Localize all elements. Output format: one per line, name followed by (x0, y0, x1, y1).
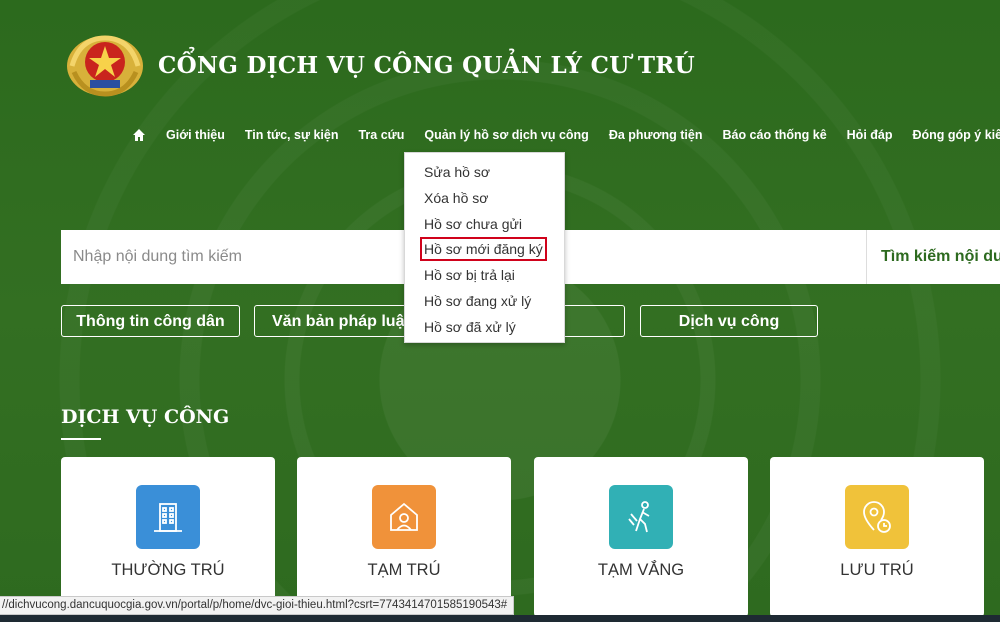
home-icon[interactable] (128, 124, 150, 146)
section-underline (61, 438, 101, 440)
nav-item-quan-ly-ho-so[interactable]: Quản lý hồ sơ dịch vụ công (424, 128, 588, 142)
nav-item-da-phuong-tien[interactable]: Đa phương tiện (609, 128, 703, 142)
nav-item-dong-gop-y-kien[interactable]: Đóng góp ý kiến (913, 128, 1000, 142)
manage-records-dropdown: Sửa hồ sơ Xóa hồ sơ Hồ sơ chưa gửi Hồ sơ… (404, 152, 565, 343)
nav-item-gioi-thieu[interactable]: Giới thiệu (166, 128, 225, 142)
dropdown-item-ho-so-dang-xu-ly[interactable]: Hồ sơ đang xử lý (405, 289, 564, 315)
service-label: TẠM TRÚ (367, 561, 441, 579)
search-button[interactable]: Tìm kiếm nội du (866, 230, 1000, 284)
section-title: DỊCH VỤ CÔNG (61, 406, 230, 428)
dropdown-item-ho-so-da-xu-ly[interactable]: Hồ sơ đã xử lý (405, 315, 564, 341)
taskbar-strip (0, 615, 1000, 622)
service-card-thuong-tru[interactable]: THƯỜNG TRÚ (61, 457, 275, 617)
dropdown-item-ho-so-chua-gui[interactable]: Hồ sơ chưa gửi (405, 212, 564, 238)
site-title: CỔNG DỊCH VỤ CÔNG QUẢN LÝ CƯ TRÚ (158, 51, 696, 79)
dropdown-item-xoa-ho-so[interactable]: Xóa hồ sơ (405, 186, 564, 212)
service-card-tam-vang[interactable]: TẠM VẮNG (534, 457, 748, 617)
site-header: CỔNG DỊCH VỤ CÔNG QUẢN LÝ CƯ TRÚ (60, 30, 695, 100)
browser-status-url: //dichvucong.dancuquocgia.gov.vn/portal/… (0, 596, 515, 615)
nav-item-tra-cuu[interactable]: Tra cứu (358, 128, 404, 142)
dropdown-item-ho-so-moi-dang-ky[interactable]: Hồ sơ mới đăng ký (405, 237, 564, 263)
service-label: THƯỜNG TRÚ (111, 561, 225, 579)
walking-person-icon (609, 485, 673, 549)
service-label: LƯU TRÚ (840, 561, 914, 579)
police-emblem-logo[interactable] (60, 32, 150, 98)
main-nav: Giới thiệu Tin tức, sự kiện Tra cứu Quản… (128, 124, 1000, 146)
building-icon (136, 485, 200, 549)
nav-item-hoi-dap[interactable]: Hỏi đáp (847, 128, 893, 142)
service-label: TẠM VẮNG (597, 561, 685, 579)
nav-item-bao-cao-thong-ke[interactable]: Báo cáo thống kê (722, 128, 826, 142)
quick-link-dich-vu-cong[interactable]: Dịch vụ công (640, 305, 818, 337)
service-card-luu-tru[interactable]: LƯU TRÚ (770, 457, 984, 617)
house-person-icon (372, 485, 436, 549)
quick-link-thong-tin-cong-dan[interactable]: Thông tin công dân (61, 305, 240, 337)
location-clock-icon (845, 485, 909, 549)
service-card-tam-tru[interactable]: TẠM TRÚ (297, 457, 511, 617)
dropdown-item-sua-ho-so[interactable]: Sửa hồ sơ (405, 160, 564, 186)
dropdown-item-ho-so-bi-tra-lai[interactable]: Hồ sơ bị trả lại (405, 263, 564, 289)
nav-item-tin-tuc[interactable]: Tin tức, sự kiện (245, 128, 339, 142)
